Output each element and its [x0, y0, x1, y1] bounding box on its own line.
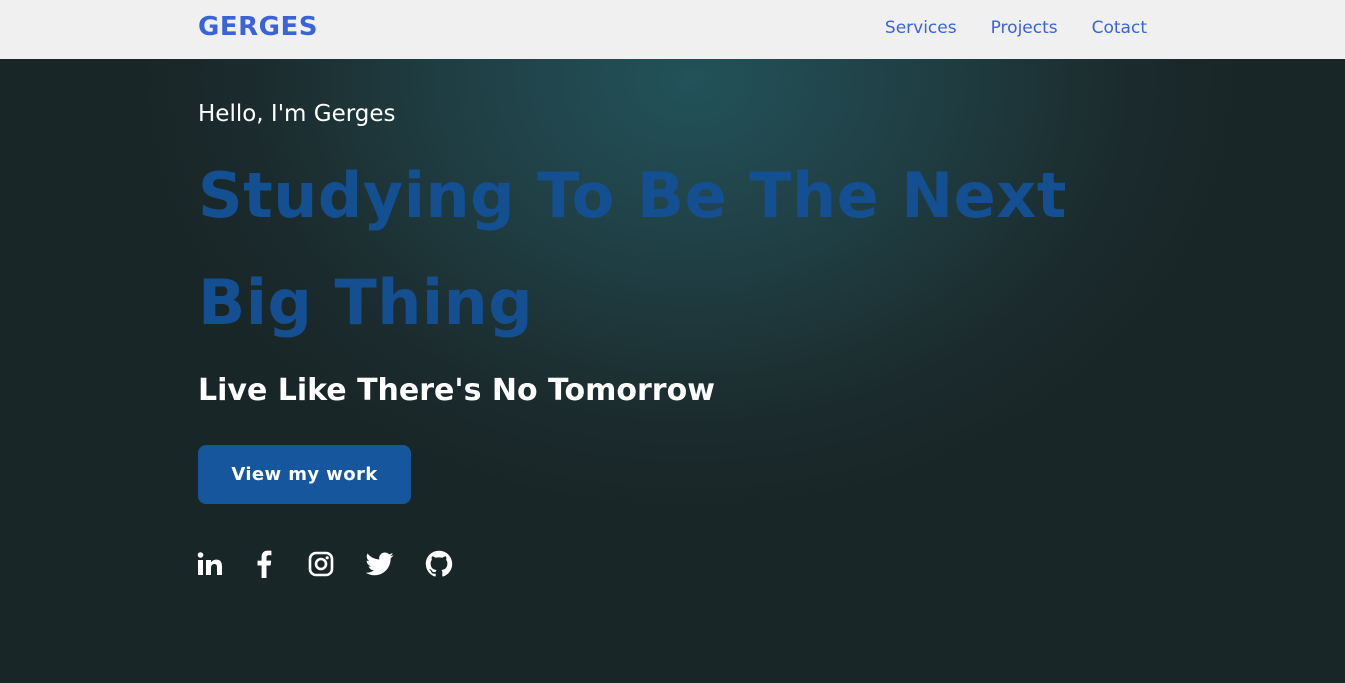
github-icon	[425, 550, 453, 577]
nav-link-services[interactable]: Services	[885, 16, 957, 40]
hero-headline: Studying To Be The Next Big Thing	[198, 159, 1067, 339]
instagram-link[interactable]	[306, 549, 336, 579]
view-my-work-button[interactable]: View my work	[198, 445, 411, 504]
social-links	[196, 549, 454, 579]
navbar: GERGES Services Projects Cotact	[0, 0, 1345, 59]
instagram-icon	[308, 551, 334, 577]
nav-link-projects[interactable]: Projects	[991, 16, 1058, 40]
hero-greeting: Hello, I'm Gerges	[198, 101, 396, 127]
nav-links: Services Projects Cotact	[885, 16, 1147, 40]
facebook-link[interactable]	[250, 549, 278, 579]
twitter-icon	[366, 552, 394, 576]
nav-link-contact[interactable]: Cotact	[1092, 16, 1147, 40]
linkedin-icon	[197, 552, 222, 575]
brand-logo[interactable]: GERGES	[198, 11, 318, 43]
twitter-link[interactable]	[364, 549, 396, 579]
facebook-icon	[257, 550, 272, 578]
github-link[interactable]	[424, 549, 454, 579]
hero-section: Hello, I'm Gerges Studying To Be The Nex…	[0, 59, 1345, 683]
hero-tagline: Live Like There's No Tomorrow	[198, 373, 715, 408]
linkedin-link[interactable]	[196, 549, 224, 579]
